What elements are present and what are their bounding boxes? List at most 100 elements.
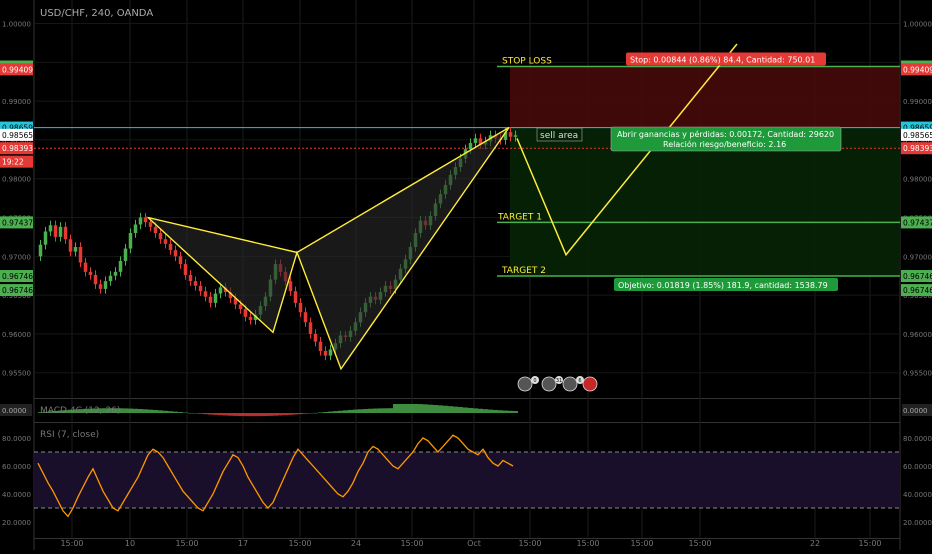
price-badge-right-text: 0.96746	[903, 286, 932, 295]
macd-bar	[453, 406, 458, 413]
macd-bar	[173, 411, 178, 413]
macd-bar	[448, 406, 453, 413]
rsi-tick-right: 20.0000	[903, 519, 932, 527]
candle-body	[38, 244, 43, 257]
macd-bar	[223, 413, 228, 416]
candle-body	[83, 262, 88, 272]
macd-bar	[168, 411, 173, 413]
macd-bar	[363, 408, 368, 413]
time-tick: 15:00	[518, 539, 541, 548]
macd-bar	[383, 408, 388, 413]
candle-body	[288, 281, 293, 292]
time-tick: 15:00	[576, 539, 599, 548]
candle-body	[218, 287, 223, 294]
candle-body	[513, 135, 518, 137]
candle-body	[113, 271, 118, 276]
rsi-label: RSI (7, close)	[40, 430, 99, 440]
stop-info-text: Stop: 0.00844 (0.86%) 84.4, Cantidad: 75…	[630, 56, 815, 65]
candle-body	[88, 271, 93, 275]
macd-tick: 0.0000	[2, 407, 27, 415]
price-badge-left-text: 19:22	[2, 158, 24, 167]
macd-bar	[413, 404, 418, 413]
event-flag-icon	[517, 376, 533, 392]
macd-bar	[208, 413, 213, 415]
macd-bar	[478, 408, 483, 413]
time-tick: 15:00	[630, 539, 653, 548]
event-count: 31	[556, 378, 562, 384]
macd-bar	[358, 409, 363, 413]
candle-body	[68, 239, 73, 252]
candle-body	[193, 281, 198, 286]
price-tick-left: 0.99000	[2, 98, 31, 106]
macd-bar	[258, 413, 263, 417]
macd-bar	[423, 404, 428, 413]
macd-bar	[508, 410, 513, 413]
candle-body	[213, 293, 218, 303]
event-flag-icon	[541, 376, 557, 392]
candle-body	[128, 233, 133, 249]
macd-bar	[503, 410, 508, 413]
macd-bar	[418, 404, 423, 413]
price-tick-right: 0.96000	[903, 331, 932, 339]
pane-divider	[34, 422, 900, 423]
candle-body	[303, 312, 308, 323]
candle-body	[108, 275, 113, 282]
candle-body	[298, 302, 303, 313]
target1-label: TARGET 1	[497, 212, 542, 222]
candle-body	[468, 143, 473, 150]
event-flag-icon	[562, 376, 578, 392]
candle-body	[73, 247, 78, 252]
candle-body	[168, 243, 173, 251]
macd-bar	[493, 409, 498, 413]
price-badge-right-text: 0.96746	[903, 272, 932, 281]
price-badge-left-text: 0.98393	[2, 144, 33, 153]
chart-canvas[interactable]: MACD 4C (12, 26) RSI (7, close) 1.00000 1…	[0, 0, 932, 550]
candle-body	[133, 224, 138, 234]
macd-bar	[303, 413, 308, 414]
macd-bar	[158, 410, 163, 413]
candle-body	[143, 217, 148, 223]
macd-bar	[153, 409, 158, 413]
price-tick-right: 0.98000	[903, 176, 932, 184]
rsi-tick-right: 40.0000	[903, 491, 932, 499]
macd-bar	[403, 404, 408, 413]
candle-body	[323, 350, 328, 356]
rsi-tick-right: 60.0000	[903, 463, 932, 471]
macd-bar	[378, 408, 383, 413]
price-badge-left-text: 0.99409	[2, 65, 33, 74]
candle-body	[208, 296, 213, 303]
trading-chart[interactable]: MACD 4C (12, 26) RSI (7, close) 1.00000 1…	[0, 0, 932, 550]
candle-body	[508, 132, 513, 137]
price-badge-right-text: 0.98393	[903, 144, 932, 153]
pane-divider	[34, 398, 900, 399]
macd-bar	[233, 413, 238, 416]
macd-bar	[498, 410, 503, 413]
price-tick-right: 0.95500	[903, 370, 932, 378]
macd-bar	[468, 407, 473, 413]
macd-bar	[238, 413, 243, 417]
candle-body	[248, 316, 253, 320]
rsi-tick-right: 80.0000	[903, 435, 932, 443]
macd-bar	[163, 410, 168, 413]
candle-body	[63, 226, 68, 240]
time-tick: 15:00	[60, 539, 83, 548]
candle-body	[313, 333, 318, 342]
stop-loss-label: STOP LOSS	[502, 57, 552, 67]
macd-bar	[343, 410, 348, 413]
candle-body	[138, 217, 143, 225]
candle-body	[153, 226, 158, 234]
macd-bar	[288, 413, 293, 415]
macd-bar	[143, 409, 148, 413]
time-tick: 10	[125, 539, 135, 548]
candle-body	[318, 341, 323, 351]
macd-label: MACD 4C (12, 26)	[40, 406, 120, 416]
macd-bar	[368, 408, 373, 413]
macd-bar	[178, 412, 183, 413]
candle-body	[473, 138, 478, 144]
macd-bar	[268, 413, 273, 416]
macd-bar	[148, 409, 153, 413]
time-tick: Oct	[467, 539, 481, 548]
macd-bar	[398, 404, 403, 413]
candle-body	[43, 231, 48, 245]
candle-body	[328, 349, 333, 356]
